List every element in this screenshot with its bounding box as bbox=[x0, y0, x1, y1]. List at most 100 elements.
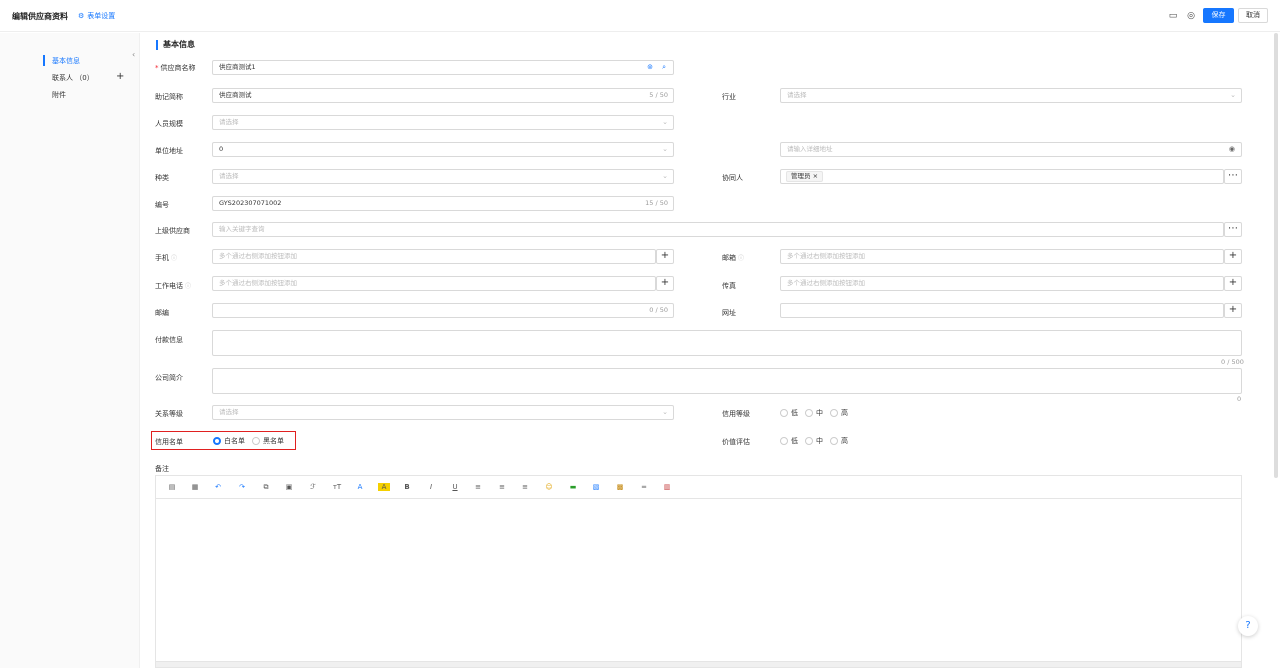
short-name-input[interactable]: 供应商测试 5 / 50 bbox=[212, 88, 674, 103]
credit-list-white[interactable]: 白名单 bbox=[213, 436, 245, 446]
form-settings-link[interactable]: ⚙ 表单设置 bbox=[78, 11, 115, 21]
highlight-color-icon[interactable]: A bbox=[378, 483, 390, 491]
address-select[interactable]: 0 ⌄ bbox=[212, 142, 674, 157]
credit-list-black[interactable]: 黑名单 bbox=[252, 436, 284, 446]
work-phone-input[interactable]: 多个通过右侧添加按钮添加 bbox=[212, 276, 656, 291]
credit-list-black-label: 黑名单 bbox=[263, 437, 284, 445]
emoji-icon[interactable]: ☺ bbox=[543, 483, 555, 491]
add-work-phone-button[interactable]: + bbox=[656, 276, 674, 291]
credit-level-high-label: 高 bbox=[841, 409, 848, 417]
value-eval-high[interactable]: 高 bbox=[830, 436, 848, 446]
parent-supplier-more-button[interactable]: ⋯ bbox=[1224, 222, 1242, 237]
radio-icon bbox=[830, 409, 838, 417]
sidebar-item-attachments[interactable]: 附件 bbox=[52, 90, 66, 100]
help-icon[interactable]: ⓘ bbox=[185, 283, 191, 290]
help-icon[interactable]: ⓘ bbox=[171, 255, 177, 262]
code-input[interactable]: GYS202307071002 15 / 50 bbox=[212, 196, 674, 211]
email-input[interactable]: 多个通过右侧添加按钮添加 bbox=[780, 249, 1224, 264]
source-icon[interactable]: ▤ bbox=[166, 483, 178, 491]
horizontal-line-icon[interactable]: ═ bbox=[638, 483, 650, 491]
font-color-icon[interactable]: A bbox=[354, 483, 366, 491]
mobile-input[interactable]: 多个通过右侧添加按钮添加 bbox=[212, 249, 656, 264]
remark-rich-editor[interactable]: ▤ ▦ ↶ ↷ ⧉ ▣ ℱ тT A A B I U ≡ ≡ ≡ ☺ ▬ ▧ ▩… bbox=[155, 475, 1242, 668]
font-size-icon[interactable]: тT bbox=[331, 483, 343, 491]
page-title: 编辑供应商资料 bbox=[12, 12, 68, 21]
industry-label: 行业 bbox=[722, 93, 736, 101]
chevron-down-icon: ⌄ bbox=[662, 408, 668, 416]
remark-label: 备注 bbox=[155, 465, 169, 473]
save-button[interactable]: 保存 bbox=[1203, 8, 1234, 23]
template-icon[interactable]: ▦ bbox=[189, 483, 201, 491]
cancel-button[interactable]: 取消 bbox=[1238, 8, 1268, 23]
fax-input[interactable]: 多个通过右侧添加按钮添加 bbox=[780, 276, 1224, 291]
copy-icon[interactable]: ⧉ bbox=[260, 483, 272, 492]
code-icon[interactable]: ▥ bbox=[661, 483, 673, 491]
search-icon[interactable]: ⌕ bbox=[662, 61, 666, 74]
sidebar-item-contacts[interactable]: 联系人 （0） bbox=[52, 73, 94, 83]
location-icon[interactable]: ◉ bbox=[1229, 143, 1235, 156]
undo-icon[interactable]: ↶ bbox=[212, 483, 224, 491]
credit-level-high[interactable]: 高 bbox=[830, 408, 848, 418]
align-right-icon[interactable]: ≡ bbox=[519, 483, 531, 491]
image-icon[interactable]: ▧ bbox=[590, 483, 602, 491]
underline-icon[interactable]: U bbox=[449, 483, 461, 491]
table-icon[interactable]: ▩ bbox=[614, 483, 626, 491]
payment-textarea[interactable] bbox=[212, 330, 1242, 356]
link-icon[interactable]: ▬ bbox=[567, 483, 579, 491]
parent-supplier-label: 上级供应商 bbox=[155, 227, 190, 235]
scrollbar[interactable] bbox=[1274, 33, 1278, 478]
relation-placeholder: 请选择 bbox=[219, 408, 239, 416]
paste-icon[interactable]: ▣ bbox=[283, 483, 295, 491]
address-detail-input[interactable]: 请输入详细地址 ◉ bbox=[780, 142, 1242, 157]
value-eval-mid-label: 中 bbox=[816, 437, 823, 445]
staff-size-select[interactable]: 请选择 ⌄ bbox=[212, 115, 674, 130]
value-eval-low-label: 低 bbox=[791, 437, 798, 445]
relation-select[interactable]: 请选择 ⌄ bbox=[212, 405, 674, 420]
laptop-icon[interactable]: ▭ bbox=[1168, 11, 1178, 21]
add-fax-button[interactable]: + bbox=[1224, 276, 1242, 291]
close-icon[interactable]: × bbox=[813, 172, 818, 180]
category-select[interactable]: 请选择 ⌄ bbox=[212, 169, 674, 184]
add-website-button[interactable]: + bbox=[1224, 303, 1242, 318]
credit-level-low[interactable]: 低 bbox=[780, 408, 798, 418]
industry-select[interactable]: 请选择 ⌄ bbox=[780, 88, 1242, 103]
add-email-button[interactable]: + bbox=[1224, 249, 1242, 264]
radio-icon bbox=[805, 437, 813, 445]
category-placeholder: 请选择 bbox=[219, 172, 239, 180]
value-eval-radio-group: 低 中 高 bbox=[780, 436, 855, 446]
credit-list-white-label: 白名单 bbox=[224, 437, 245, 445]
collaborator-tag[interactable]: 管理员 × bbox=[786, 171, 824, 182]
credit-level-mid[interactable]: 中 bbox=[805, 408, 823, 418]
help-icon[interactable]: ? bbox=[1238, 616, 1258, 636]
help-icon[interactable]: ⓘ bbox=[738, 255, 744, 262]
verify-icon[interactable]: ⊚ bbox=[647, 61, 653, 74]
credit-level-label: 信用等级 bbox=[722, 410, 750, 418]
settings-circle-icon[interactable]: ◎ bbox=[1186, 11, 1196, 21]
editor-resize-bar[interactable] bbox=[156, 661, 1241, 667]
form-settings-label: 表单设置 bbox=[87, 12, 116, 20]
add-mobile-button[interactable]: + bbox=[656, 249, 674, 264]
align-center-icon[interactable]: ≡ bbox=[496, 483, 508, 491]
supplier-name-input[interactable]: 供应商测试1 ⊚ ⌕ bbox=[212, 60, 674, 75]
intro-textarea[interactable] bbox=[212, 368, 1242, 394]
italic-icon[interactable]: I bbox=[425, 483, 437, 491]
payment-label: 付款信息 bbox=[155, 336, 183, 344]
bold-icon[interactable]: B bbox=[401, 483, 413, 491]
align-left-icon[interactable]: ≡ bbox=[472, 483, 484, 491]
add-contact-icon[interactable]: + bbox=[116, 71, 124, 82]
sidebar bbox=[0, 33, 140, 668]
collaborator-tag-label: 管理员 bbox=[791, 172, 811, 180]
parent-supplier-input[interactable]: 输入关键字查询 bbox=[212, 222, 1224, 237]
collaborator-input[interactable]: 管理员 × bbox=[780, 169, 1224, 184]
value-eval-label: 价值评估 bbox=[722, 438, 750, 446]
postcode-input[interactable]: 0 / 50 bbox=[212, 303, 674, 318]
sidebar-item-basic-info[interactable]: 基本信息 bbox=[52, 56, 80, 66]
collaborator-more-button[interactable]: ⋯ bbox=[1224, 169, 1242, 184]
code-count: 15 / 50 bbox=[645, 199, 668, 207]
collapse-sidebar-icon[interactable]: ‹ bbox=[132, 50, 135, 59]
format-painter-icon[interactable]: ℱ bbox=[307, 483, 319, 491]
value-eval-mid[interactable]: 中 bbox=[805, 436, 823, 446]
website-input[interactable] bbox=[780, 303, 1224, 318]
redo-icon[interactable]: ↷ bbox=[236, 483, 248, 491]
value-eval-low[interactable]: 低 bbox=[780, 436, 798, 446]
